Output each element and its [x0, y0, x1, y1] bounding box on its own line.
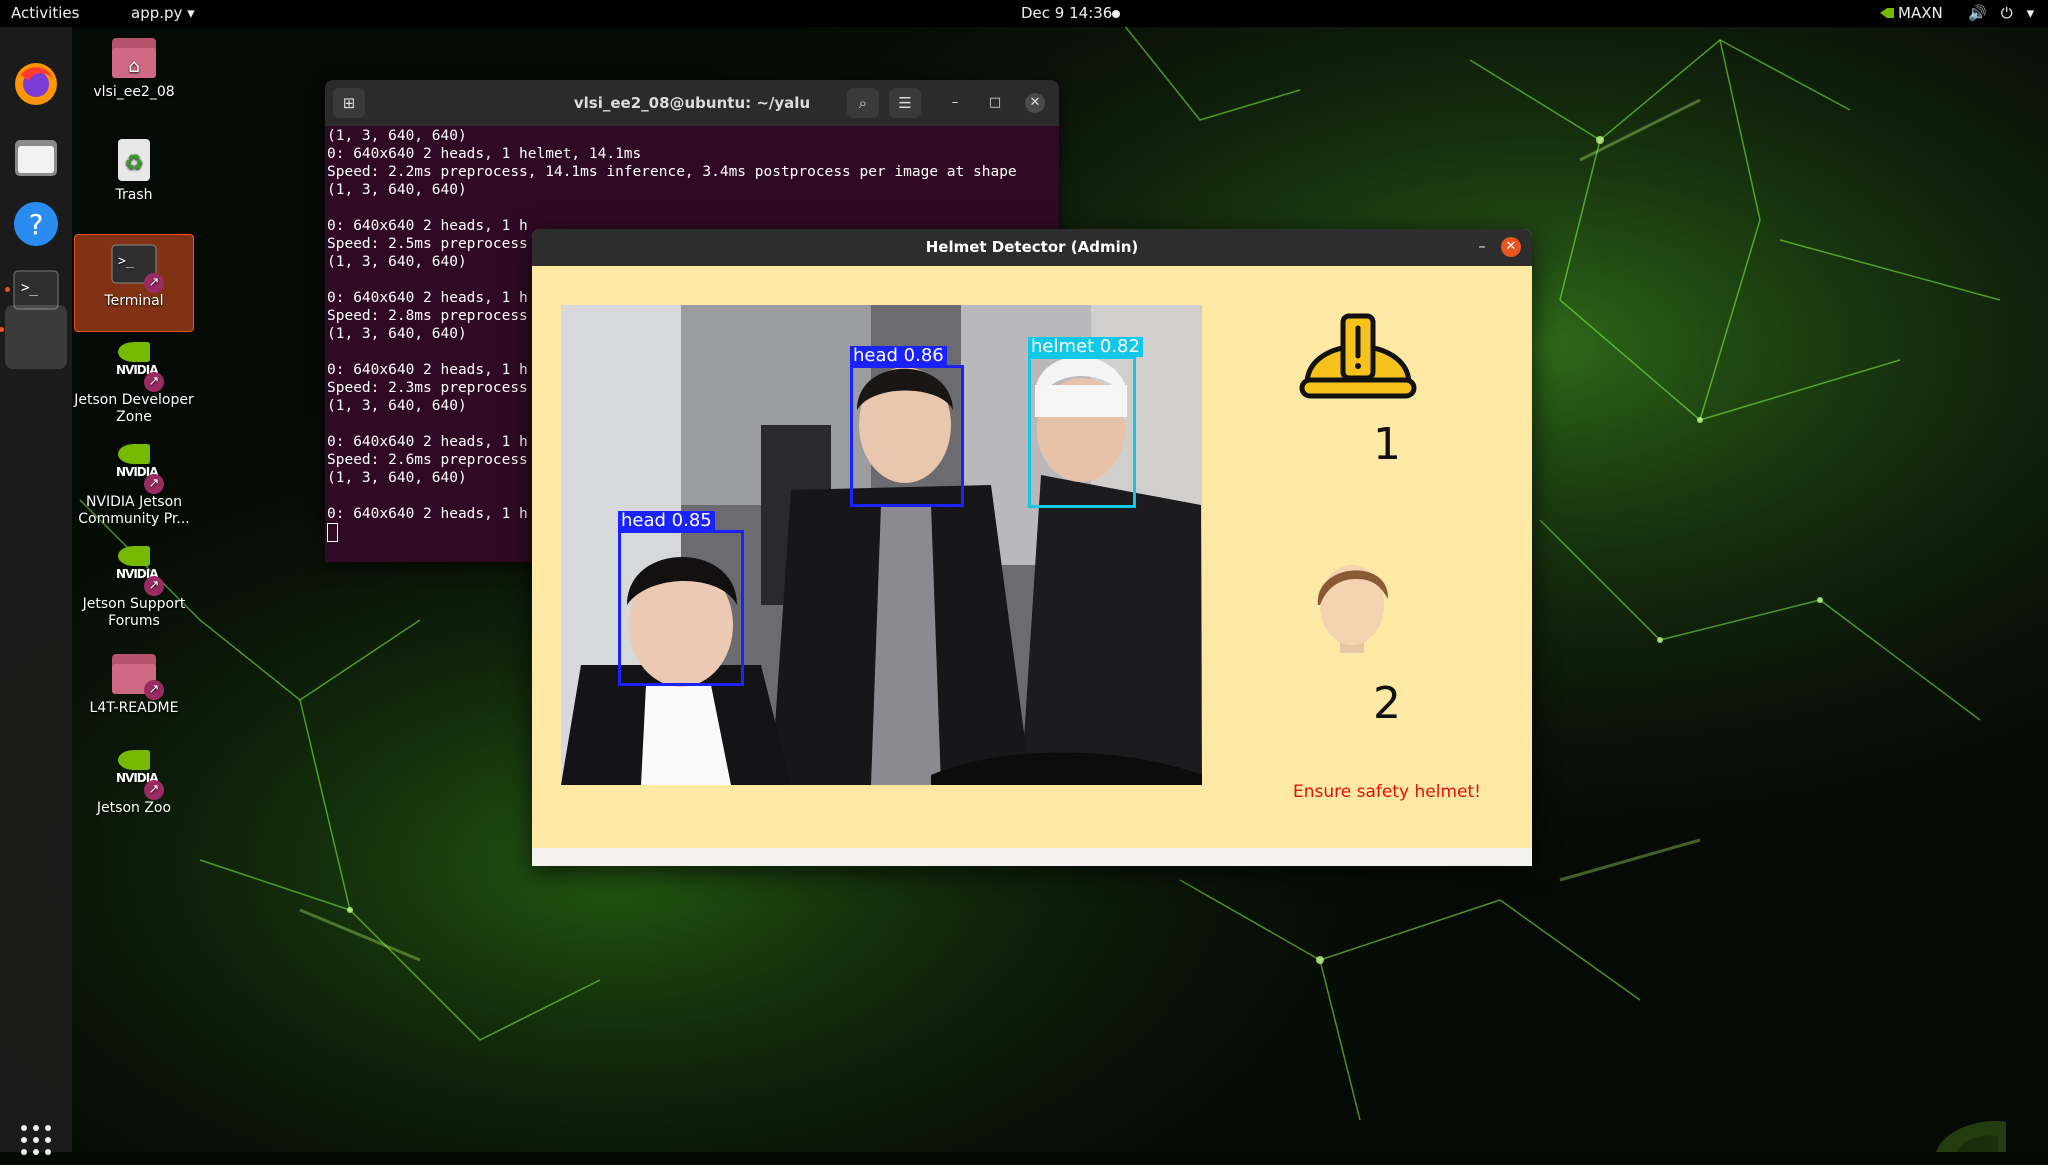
- dock-firefox[interactable]: [11, 59, 61, 109]
- files-icon: [15, 140, 57, 176]
- chevron-down-icon: ▾: [2026, 4, 2035, 22]
- window-footer: [532, 848, 1532, 866]
- dock: ? >_: [0, 27, 72, 1155]
- camera-feed: head 0.85 head 0.86 helmet 0.82: [561, 305, 1202, 785]
- desktop-icon-jetson-support-forums[interactable]: NVIDIA ↗ Jetson Support Forums: [74, 546, 194, 630]
- detector-titlebar[interactable]: Helmet Detector (Admin) – ✕: [532, 229, 1532, 266]
- nvidia-watermark-icon: [1936, 1121, 2006, 1152]
- search-button[interactable]: ⌕: [847, 88, 879, 118]
- hamburger-icon: ☰: [898, 94, 912, 112]
- head-count: 2: [1373, 678, 1401, 729]
- close-button[interactable]: ✕: [1501, 237, 1521, 257]
- system-menu[interactable]: 🔊 ⏻ ▾: [1968, 4, 2034, 22]
- desktop-icon-l4t-readme[interactable]: ↗ L4T-README: [74, 650, 194, 717]
- terminal-line: 0: 640x640 2 heads, 1 helmet, 14.1ms: [327, 146, 642, 162]
- desktop-icon-label: Jetson Developer Zone: [74, 392, 194, 425]
- shortcut-arrow-icon: ↗: [144, 372, 164, 392]
- activities-button[interactable]: Activities: [11, 4, 79, 22]
- head-icon: [1317, 565, 1389, 653]
- search-icon: ⌕: [858, 94, 868, 112]
- terminal-line: (1, 3, 640, 640): [327, 128, 467, 144]
- shortcut-arrow-icon: ↗: [144, 576, 164, 596]
- terminal-line: (1, 3, 640, 640): [327, 182, 467, 198]
- desktop-icon-home[interactable]: ⌂ vlsi_ee2_08: [74, 34, 194, 101]
- nvidia-icon: [1880, 8, 1894, 18]
- trash-icon: ♻: [110, 137, 158, 183]
- detection-label: helmet 0.82: [1028, 337, 1143, 357]
- shortcut-arrow-icon: ↗: [144, 680, 164, 700]
- nvidia-icon: NVIDIA ↗: [110, 546, 164, 596]
- desktop-icon-trash[interactable]: ♻ Trash: [74, 137, 194, 204]
- desktop-icon-label: Terminal: [104, 293, 164, 309]
- svg-text:♻: ♻: [124, 151, 144, 176]
- shortcut-arrow-icon: ↗: [144, 780, 164, 800]
- svg-text:⌂: ⌂: [128, 56, 139, 77]
- desktop-icon-label: vlsi_ee2_08: [93, 84, 175, 100]
- detection-label: head 0.85: [618, 511, 715, 531]
- desktop-icon-label: Jetson Zoo: [96, 800, 172, 816]
- dock-files[interactable]: [11, 132, 61, 182]
- power-icon: ⏻: [2000, 4, 2013, 22]
- show-applications-button[interactable]: [11, 1115, 61, 1165]
- minimize-button[interactable]: –: [945, 93, 965, 113]
- helmet-count: 1: [1373, 419, 1401, 470]
- power-mode-indicator[interactable]: MAXN: [1880, 4, 1943, 22]
- top-bar: Activities app.py ▾ Dec 9 14:36 MAXN 🔊 ⏻…: [0, 0, 2048, 27]
- minimize-button[interactable]: –: [1472, 237, 1492, 255]
- svg-text:?: ?: [29, 208, 44, 241]
- desktop-icon-label: NVIDIA Jetson Community Pr...: [78, 494, 190, 527]
- detection-label: head 0.86: [850, 346, 947, 366]
- terminal-titlebar[interactable]: ⊞ vlsi_ee2_08@ubuntu: ~/yalu ⌕ ☰ – □ ✕: [325, 80, 1059, 126]
- folder-icon: ↗: [110, 650, 164, 700]
- notification-dot: [1112, 10, 1120, 18]
- safety-warning: Ensure safety helmet!: [1293, 782, 1481, 802]
- nvidia-icon: NVIDIA ↗: [110, 750, 164, 800]
- desktop-icon-jetson-zoo[interactable]: NVIDIA ↗ Jetson Zoo: [74, 750, 194, 817]
- terminal-icon: >_: [13, 270, 59, 310]
- detection-box-helmet: helmet 0.82: [1028, 337, 1143, 508]
- dock-python-app[interactable]: [0, 305, 67, 369]
- terminal-icon: >_ ↗: [110, 243, 164, 293]
- firefox-icon: [15, 63, 57, 105]
- maximize-button[interactable]: □: [985, 93, 1005, 113]
- detection-box-head: head 0.85: [618, 511, 744, 686]
- svg-text:>_: >_: [118, 254, 134, 269]
- helmet-detector-window[interactable]: Helmet Detector (Admin) – ✕ head 0.85 he…: [532, 229, 1532, 866]
- terminal-cursor: [327, 523, 338, 542]
- detection-box-head: head 0.86: [850, 346, 964, 507]
- nvidia-icon: NVIDIA ↗: [110, 444, 164, 494]
- shortcut-arrow-icon: ↗: [144, 474, 164, 494]
- desktop-icon-terminal[interactable]: >_ ↗ Terminal: [74, 234, 194, 332]
- svg-text:>_: >_: [21, 280, 38, 296]
- nvidia-icon: NVIDIA ↗: [110, 342, 164, 392]
- clock[interactable]: Dec 9 14:36: [1021, 4, 1112, 22]
- helmet-icon: [1299, 313, 1417, 399]
- help-icon: ?: [14, 202, 58, 246]
- desktop-icon-jetson-developer-zone[interactable]: NVIDIA ↗ Jetson Developer Zone: [74, 342, 194, 426]
- close-button[interactable]: ✕: [1025, 93, 1045, 113]
- home-folder-icon: ⌂: [110, 34, 158, 80]
- power-mode-label: MAXN: [1898, 4, 1943, 22]
- dock-help[interactable]: ?: [11, 199, 61, 249]
- menu-button[interactable]: ☰: [889, 88, 921, 118]
- volume-icon: 🔊: [1968, 4, 1987, 22]
- desktop-icon-label: Trash: [115, 187, 153, 203]
- desktop-icon-jetson-community[interactable]: NVIDIA ↗ NVIDIA Jetson Community Pr...: [74, 444, 194, 528]
- terminal-line: Speed: 2.2ms preprocess, 14.1ms inferenc…: [327, 164, 1017, 180]
- shortcut-arrow-icon: ↗: [144, 273, 164, 293]
- window-title: Helmet Detector (Admin): [925, 238, 1139, 256]
- desktop-icon-label: Jetson Support Forums: [82, 596, 186, 629]
- desktop-icon-label: L4T-README: [89, 700, 179, 716]
- app-menu[interactable]: app.py ▾: [131, 4, 195, 22]
